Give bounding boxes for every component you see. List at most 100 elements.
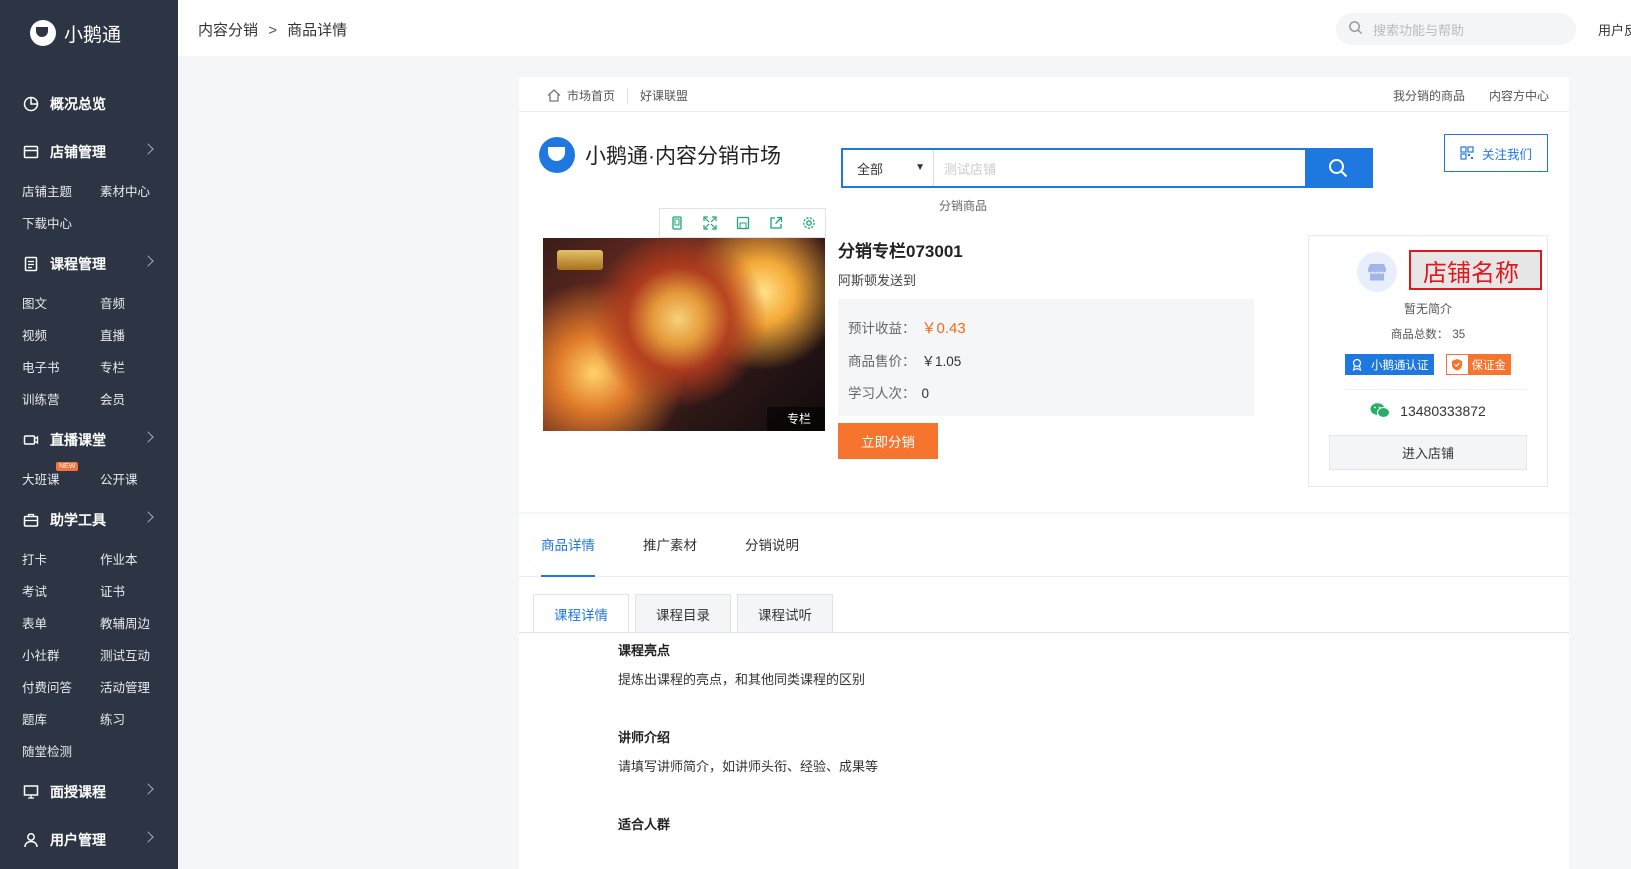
- search-button[interactable]: [1305, 150, 1371, 186]
- market-card: 市场首页 好课联盟 我分销的商品 内容方中心 小鹅通·内容分销市场 全部 ▼ 测…: [519, 77, 1569, 512]
- certified-icon: [1346, 355, 1367, 374]
- verified-badge[interactable]: 小鹅通认证: [1345, 354, 1434, 375]
- chevron-right-icon: [142, 255, 154, 267]
- sidebar-item[interactable]: 音频: [100, 288, 178, 320]
- deposit-badge[interactable]: 保证金: [1445, 354, 1511, 375]
- sidebar-item[interactable]: 打卡: [22, 544, 100, 576]
- product-cover-image[interactable]: 专栏: [543, 238, 825, 431]
- sidebar-item[interactable]: 会员: [100, 384, 178, 416]
- enter-shop-button[interactable]: 进入店铺: [1329, 435, 1527, 470]
- user-icon: [22, 831, 40, 849]
- nav-course[interactable]: 课程管理: [0, 240, 178, 288]
- share-icon[interactable]: [759, 209, 792, 237]
- sale-price-label: 商品售价：: [848, 354, 916, 369]
- tab-distribution-notes[interactable]: 分销说明: [745, 514, 799, 577]
- sidebar-item[interactable]: 证书: [100, 576, 178, 608]
- sidebar-item[interactable]: 大班课 NEW: [22, 462, 100, 496]
- breadcrumb-current: 商品详情: [287, 22, 348, 39]
- search-scope-value: 全部: [857, 161, 884, 177]
- home-icon: [547, 89, 561, 102]
- sidebar-item[interactable]: 活动管理: [100, 672, 178, 704]
- sidebar-item[interactable]: 教辅周边: [100, 608, 178, 640]
- subtab-course-trial[interactable]: 课程试听: [737, 594, 833, 632]
- sidebar-item[interactable]: 图文: [22, 288, 100, 320]
- gear-icon[interactable]: [792, 209, 825, 237]
- distribute-now-button[interactable]: 立即分销: [838, 423, 938, 459]
- nav-overview[interactable]: 概况总览: [0, 80, 178, 128]
- sidebar-item[interactable]: 表单: [22, 608, 100, 640]
- sidebar-item[interactable]: 测试互动: [100, 640, 178, 672]
- subtab-course-catalog[interactable]: 课程目录: [635, 594, 731, 632]
- nav-store[interactable]: 店铺管理: [0, 128, 178, 176]
- fullscreen-icon[interactable]: [693, 209, 726, 237]
- sidebar-item[interactable]: 店铺主题: [22, 176, 100, 208]
- sidebar-item[interactable]: 付费问答: [22, 672, 100, 704]
- nav-tools[interactable]: 助学工具: [0, 496, 178, 544]
- chevron-right-icon: [142, 431, 154, 443]
- shop-phone: 13480333872: [1400, 402, 1486, 419]
- my-distributed-link[interactable]: 我分销的商品: [1393, 87, 1465, 104]
- market-search-input[interactable]: 测试店铺: [933, 150, 1305, 186]
- sidebar-item[interactable]: 小社群: [22, 640, 100, 672]
- shop-name[interactable]: 店铺名称: [1409, 250, 1542, 290]
- breadcrumb-item[interactable]: 内容分销: [198, 22, 258, 39]
- sidebar-item[interactable]: 训练营: [22, 384, 100, 416]
- section-heading: 课程亮点: [618, 643, 671, 658]
- market-home-link[interactable]: 市场首页: [567, 87, 615, 104]
- sidebar-item[interactable]: 作业本: [100, 544, 178, 576]
- sidebar-item[interactable]: 下载中心: [22, 208, 100, 240]
- follow-us-button[interactable]: 关注我们: [1444, 134, 1548, 172]
- new-badge: NEW: [56, 462, 79, 471]
- mobile-preview-icon[interactable]: [660, 209, 693, 237]
- shop-avatar[interactable]: [1357, 252, 1397, 292]
- learners-label: 学习人次：: [848, 386, 916, 401]
- shield-icon: [1446, 355, 1468, 374]
- tab-promo-material[interactable]: 推广素材: [643, 514, 697, 577]
- nav-users-label: 用户管理: [50, 832, 106, 848]
- good-course-link[interactable]: 好课联盟: [640, 87, 688, 104]
- market-brand[interactable]: 小鹅通·内容分销市场: [539, 137, 781, 173]
- sidebar-item[interactable]: 练习: [100, 704, 178, 736]
- app-name: 小鹅通: [64, 24, 122, 46]
- sidebar-item[interactable]: 电子书: [22, 352, 100, 384]
- sidebar-item[interactable]: 公开课: [100, 464, 178, 496]
- nav-users[interactable]: 用户管理: [0, 816, 178, 864]
- search-hint-link[interactable]: 分销商品: [939, 197, 987, 214]
- sidebar-item[interactable]: 考试: [22, 576, 100, 608]
- sidebar-item[interactable]: 专栏: [100, 352, 178, 384]
- subtab-course-detail[interactable]: 课程详情: [533, 594, 629, 632]
- save-icon[interactable]: [726, 209, 759, 237]
- user-feedback-link[interactable]: 用户反: [1598, 20, 1631, 39]
- divider: [627, 88, 629, 103]
- app-logo[interactable]: 小鹅通: [0, 0, 178, 66]
- shop-count-value: 35: [1452, 329, 1466, 341]
- market-search: 全部 ▼ 测试店铺: [841, 148, 1373, 188]
- sidebar-item[interactable]: 题库: [22, 704, 100, 736]
- help-search-input[interactable]: 搜索功能与帮助: [1336, 13, 1576, 45]
- sidebar-item[interactable]: 视频: [22, 320, 100, 352]
- search-icon: [1348, 20, 1363, 38]
- topbar: 内容分销 > 商品详情 搜索功能与帮助 用户反: [178, 0, 1631, 56]
- divider: [1343, 389, 1527, 390]
- sidebar-item[interactable]: 随堂检测: [22, 736, 100, 768]
- shop-badges: 小鹅通认证 保证金: [1345, 354, 1511, 375]
- content-center-link[interactable]: 内容方中心: [1489, 87, 1549, 104]
- section-text: 提炼出课程的亮点，和其他同类课程的区别: [618, 672, 866, 687]
- search-scope-select[interactable]: 全部 ▼: [843, 150, 933, 186]
- divider: [519, 632, 1569, 633]
- nav-offline-course[interactable]: 面授课程: [0, 768, 178, 816]
- sidebar-item[interactable]: 直播: [100, 320, 178, 352]
- learners-value: 0: [921, 386, 930, 401]
- follow-us-label: 关注我们: [1481, 147, 1532, 162]
- sidebar-item[interactable]: 素材中心: [100, 176, 178, 208]
- caret-down-icon: ▼: [915, 162, 925, 173]
- breadcrumb: 内容分销 > 商品详情: [198, 19, 347, 40]
- nav-course-label: 课程管理: [50, 256, 106, 272]
- wechat-icon: [1370, 402, 1391, 419]
- game-logo: [557, 250, 603, 270]
- nav-live[interactable]: 直播课堂: [0, 416, 178, 464]
- expected-earnings-label: 预计收益：: [848, 321, 916, 336]
- tab-product-detail[interactable]: 商品详情: [541, 514, 595, 577]
- verified-badge-label: 小鹅通认证: [1367, 355, 1433, 374]
- nav-offline-course-label: 面授课程: [50, 784, 106, 800]
